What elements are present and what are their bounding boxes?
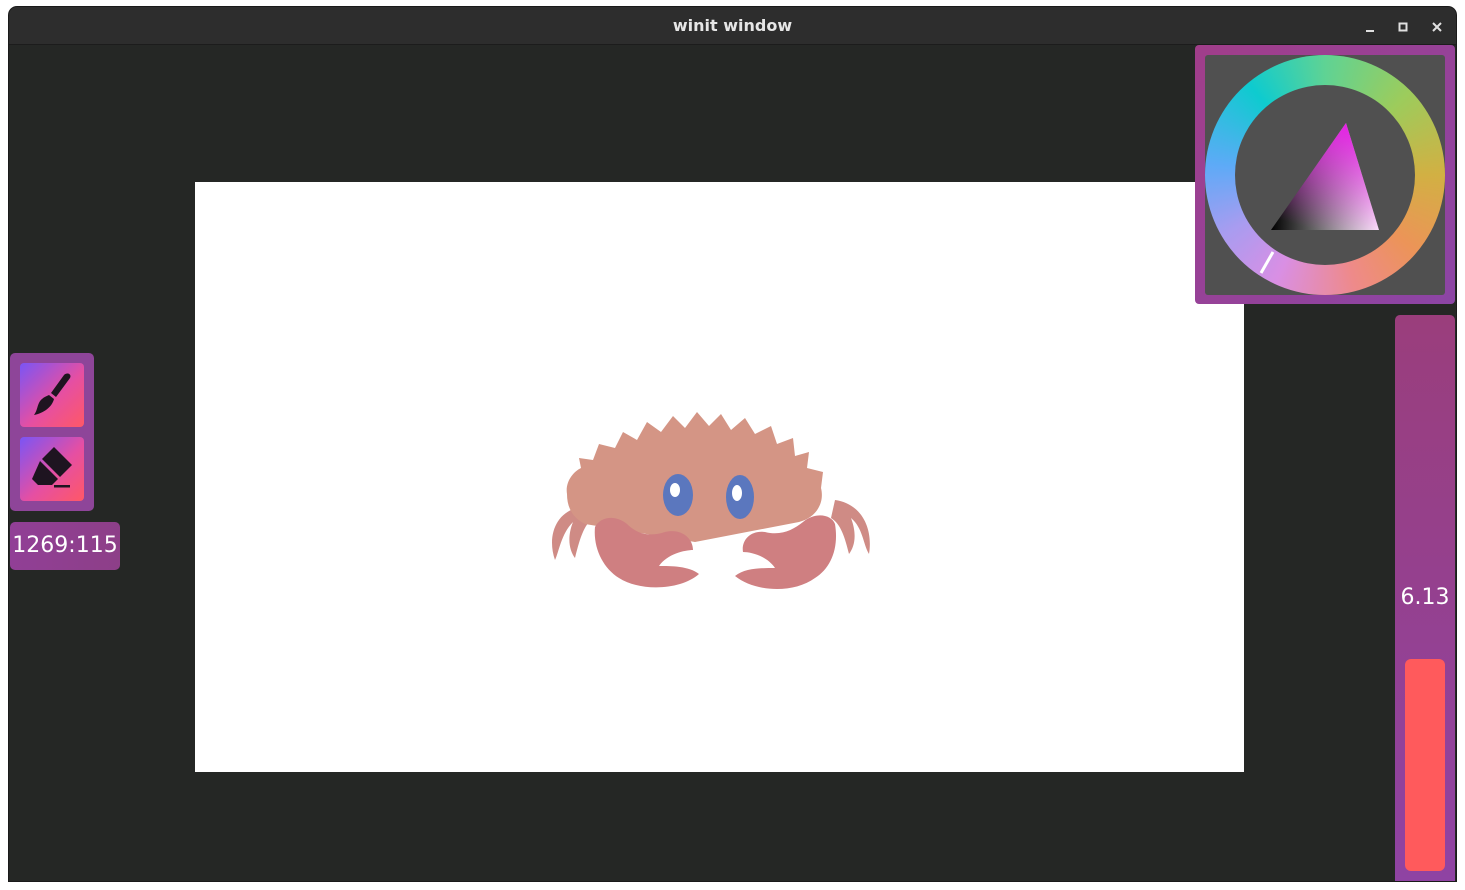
app-window: winit window 1269:115 6.13 [9, 7, 1456, 881]
minimize-icon [1366, 30, 1374, 32]
eraser-icon [32, 447, 72, 488]
color-picker-panel [1195, 45, 1455, 304]
brush-size-slider[interactable]: 6.13 [1395, 315, 1455, 881]
saturation-value-triangle[interactable] [1205, 55, 1445, 295]
brush-size-value: 6.13 [1400, 585, 1450, 610]
close-button[interactable] [1425, 16, 1449, 38]
color-picker[interactable] [1205, 55, 1445, 295]
brush-size-fill [1405, 659, 1445, 871]
maximize-icon [1398, 22, 1408, 32]
minimize-button[interactable] [1358, 16, 1382, 38]
maximize-button[interactable] [1391, 16, 1415, 38]
tool-palette [10, 353, 94, 511]
cursor-coordinates: 1269:115 [10, 522, 120, 570]
brush-tool-button[interactable] [20, 363, 84, 427]
close-icon [1432, 22, 1442, 32]
crab-drawing [552, 412, 870, 590]
window-title: winit window [672, 16, 793, 35]
hue-selector-marker [1259, 251, 1275, 274]
brush-size-track[interactable] [1405, 655, 1445, 871]
eraser-tool-button[interactable] [20, 437, 84, 501]
drawing-canvas[interactable] [195, 182, 1244, 772]
title-bar[interactable]: winit window [9, 7, 1456, 45]
paintbrush-icon [34, 373, 71, 415]
